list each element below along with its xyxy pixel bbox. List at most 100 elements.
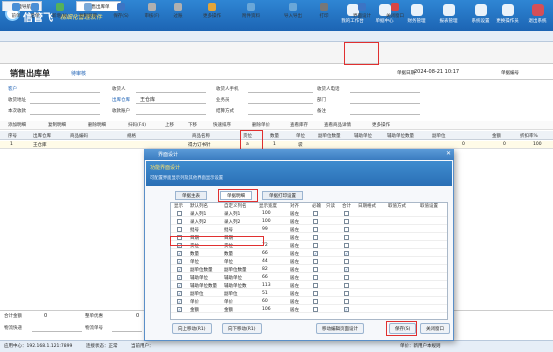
nav-exit[interactable]: 退出系统	[523, 2, 552, 30]
show-checkbox[interactable]	[177, 219, 182, 224]
col-width[interactable]: 66	[262, 251, 268, 256]
custom-name[interactable]: 数量	[224, 251, 233, 257]
col-width[interactable]: 51	[262, 291, 268, 296]
col-align[interactable]: 居左	[290, 259, 299, 265]
custom-name[interactable]: 副单位	[224, 291, 238, 297]
nav-reports[interactable]: 报表管理	[434, 2, 463, 30]
sum-checkbox[interactable]	[344, 259, 349, 264]
discount-value[interactable]: 0	[136, 313, 139, 319]
sum-checkbox[interactable]	[344, 211, 349, 216]
col-width[interactable]: 106	[262, 307, 271, 312]
new-button[interactable]: 新增(N)	[48, 2, 72, 21]
show-checkbox[interactable]: ✓	[177, 259, 182, 264]
receiver-tel-field[interactable]	[350, 92, 420, 93]
copy-new-button[interactable]: 复制新增	[75, 2, 101, 21]
cell-amount[interactable]: 0	[503, 142, 506, 147]
show-checkbox[interactable]: ✓	[177, 275, 182, 280]
account-field[interactable]	[136, 114, 206, 115]
logistics-field[interactable]	[32, 331, 82, 332]
col-align[interactable]: 居左	[290, 275, 299, 281]
tab-doc-print[interactable]: 单据打印设置	[262, 191, 303, 200]
col-align[interactable]: 居左	[290, 251, 299, 257]
close-window-button[interactable]: 关闭窗口	[381, 2, 409, 21]
col-align[interactable]: 居左	[290, 299, 299, 305]
col-width[interactable]: 44	[262, 259, 268, 264]
delete-detail-button[interactable]: 删除明细	[88, 122, 106, 128]
dialog-table-row[interactable]	[171, 226, 447, 233]
sum-checkbox[interactable]	[344, 283, 349, 288]
sum-checkbox[interactable]: ✓	[344, 251, 349, 256]
receiver-field[interactable]	[136, 92, 206, 93]
add-detail-button[interactable]: 添加明细	[8, 122, 26, 128]
salesman-field[interactable]	[248, 103, 313, 104]
show-checkbox[interactable]: ✓	[177, 251, 182, 256]
dialog-table-row[interactable]	[171, 218, 447, 225]
sum-checkbox[interactable]	[344, 235, 349, 240]
nav-settings[interactable]: 系统设置	[466, 2, 495, 30]
move-down-button[interactable]: 下移	[188, 122, 197, 128]
required-checkbox[interactable]	[313, 299, 318, 304]
prev-button[interactable]: 前单	[8, 2, 24, 21]
col-align[interactable]: 居左	[290, 267, 299, 273]
attachments-button[interactable]: 附件资料	[238, 2, 264, 21]
warehouse-field[interactable]	[136, 103, 206, 104]
cell-sub-qty[interactable]: 0	[462, 142, 465, 147]
address-field[interactable]	[30, 103, 100, 104]
warehouse-value[interactable]: 王仓库	[140, 96, 155, 103]
show-checkbox[interactable]	[177, 227, 182, 232]
required-checkbox[interactable]: ✓	[313, 251, 318, 256]
custom-name[interactable]: 辅助单位	[224, 275, 242, 281]
next-button[interactable]: 后单	[27, 2, 43, 21]
custom-name[interactable]: 辅助单位数	[224, 283, 247, 289]
col-align[interactable]: 居左	[290, 291, 299, 297]
col-align[interactable]: 居左	[290, 283, 299, 289]
required-checkbox[interactable]	[313, 267, 318, 272]
dialog-close-icon[interactable]: ✕	[446, 151, 452, 157]
custom-name[interactable]: 副单位数量	[224, 267, 247, 273]
dialog-table-row[interactable]	[171, 298, 447, 305]
required-checkbox[interactable]	[313, 307, 318, 312]
col-width[interactable]: 100	[262, 211, 271, 216]
ui-design-button[interactable]: 界面设计	[348, 2, 376, 21]
required-checkbox[interactable]	[313, 291, 318, 296]
dialog-table-row[interactable]	[171, 274, 447, 281]
show-checkbox[interactable]: ✓	[177, 291, 182, 296]
required-checkbox[interactable]	[313, 275, 318, 280]
copy-detail-button[interactable]: 复制明细	[48, 122, 66, 128]
date-value[interactable]: 2024-08-21 10:17	[414, 69, 459, 75]
move-up-r1-button[interactable]: 向上移动(R1)	[172, 323, 212, 334]
required-checkbox[interactable]	[313, 211, 318, 216]
cell-qty[interactable]: 1	[273, 142, 276, 147]
sum-checkbox[interactable]	[344, 219, 349, 224]
col-width[interactable]: 60	[262, 299, 268, 304]
col-align[interactable]: 居左	[290, 243, 299, 249]
table-row[interactable]	[0, 141, 553, 149]
save-button[interactable]: 保存(S)	[110, 2, 132, 21]
dialog-titlebar[interactable]	[144, 149, 454, 160]
tab-doc-master[interactable]: 单据主表	[175, 191, 207, 200]
import-export-button[interactable]: 导入导出	[280, 2, 306, 21]
custom-name[interactable]: 批号	[224, 227, 233, 233]
show-checkbox[interactable]	[177, 211, 182, 216]
custom-name[interactable]: 录入列1	[224, 211, 240, 217]
col-align[interactable]: 居左	[290, 211, 299, 217]
mobile-design-button[interactable]: 移动编辑页面设计	[316, 323, 364, 334]
show-checkbox[interactable]: ✓	[177, 299, 182, 304]
settle-field[interactable]	[248, 114, 313, 115]
more-ops-button[interactable]: 更多操作	[200, 2, 224, 21]
dept-field[interactable]	[350, 103, 420, 104]
dialog-table-row[interactable]	[171, 290, 447, 297]
col-align[interactable]: 居左	[290, 235, 299, 241]
quick-sort-button[interactable]: 快速排序	[213, 122, 231, 128]
dialog-table-row[interactable]	[171, 258, 447, 265]
collect-field[interactable]	[30, 114, 100, 115]
sum-checkbox[interactable]	[344, 291, 349, 296]
print-button[interactable]: 打印	[316, 2, 332, 21]
remark-field[interactable]	[350, 114, 420, 115]
dialog-table-row[interactable]	[171, 306, 447, 313]
receiver-phone-field[interactable]	[248, 92, 313, 93]
sum-checkbox[interactable]: ✓	[344, 307, 349, 312]
col-width[interactable]: 82	[262, 267, 268, 272]
scan-button[interactable]: 扫码(F4)	[128, 122, 146, 128]
custom-name[interactable]: 录入列2	[224, 219, 240, 225]
